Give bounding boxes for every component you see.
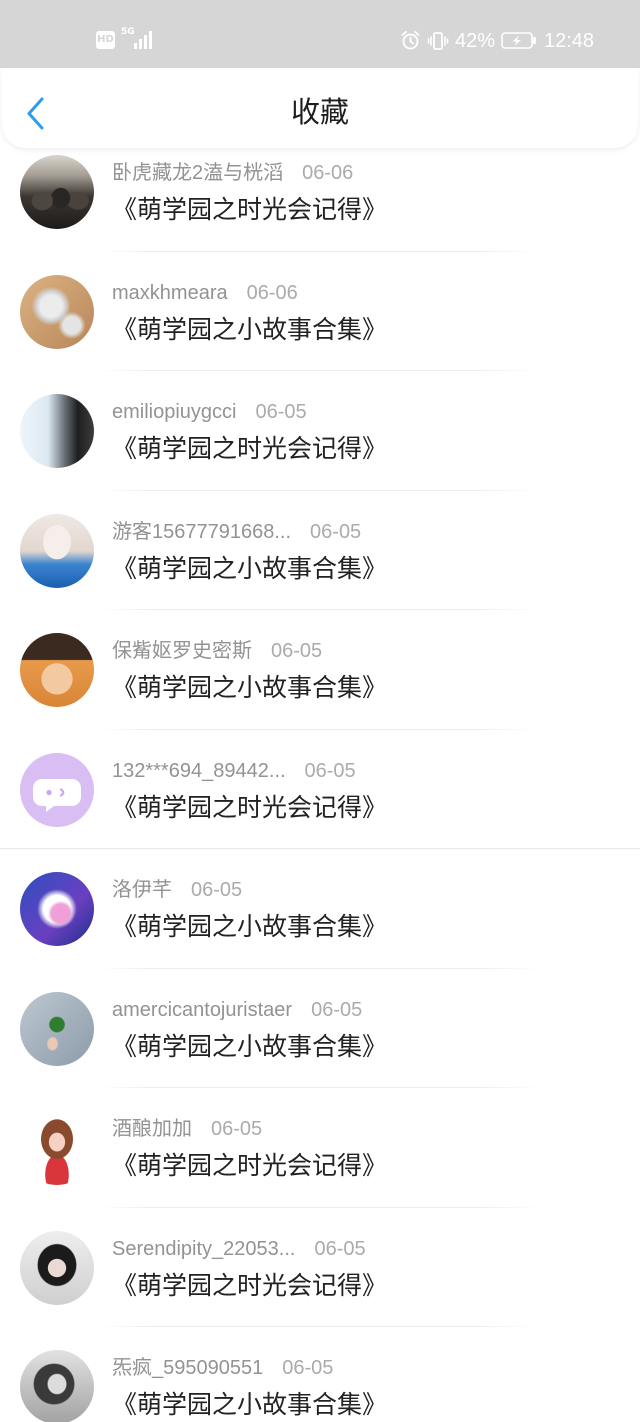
hd-badge: HD bbox=[96, 31, 115, 49]
user-name: 卧虎藏龙2溘与桄滔 bbox=[112, 162, 284, 184]
signal-icon bbox=[134, 31, 152, 49]
item-date: 06-05 bbox=[255, 401, 307, 423]
avatar[interactable] bbox=[20, 394, 94, 468]
list-item[interactable]: 132***694_89442... 06-05 《萌学园之时光会记得》 bbox=[0, 730, 640, 849]
item-date: 06-06 bbox=[302, 162, 354, 184]
item-title: 《萌学园之时光会记得》 bbox=[112, 1271, 388, 1300]
avatar[interactable] bbox=[20, 274, 94, 349]
user-name: 洛伊芊 bbox=[112, 879, 172, 901]
avatar[interactable] bbox=[20, 991, 94, 1066]
item-meta: emiliopiuygcci 06-05 bbox=[112, 399, 307, 425]
item-date: 06-05 bbox=[191, 879, 243, 901]
user-name: 132***694_89442... bbox=[112, 759, 286, 782]
item-meta: 游客15677791668... 06-05 bbox=[112, 519, 361, 545]
item-title: 《萌学园之小故事合集》 bbox=[112, 554, 388, 583]
item-meta: 132***694_89442... 06-05 bbox=[112, 758, 356, 784]
item-date: 06-05 bbox=[314, 1237, 366, 1260]
user-name: 游客15677791668... bbox=[112, 520, 292, 543]
avatar[interactable] bbox=[20, 1230, 94, 1305]
item-meta: 炁疯_595090551 06-05 bbox=[112, 1355, 333, 1381]
avatar[interactable] bbox=[20, 1111, 94, 1185]
list-item[interactable]: 炁疯_595090551 06-05 《萌学园之小故事合集》 bbox=[0, 1327, 640, 1422]
avatar[interactable] bbox=[20, 1350, 94, 1422]
item-date: 06-05 bbox=[304, 759, 356, 782]
user-name: amercicantojuristaer bbox=[112, 998, 293, 1021]
item-date: 06-05 bbox=[211, 1118, 263, 1140]
user-name: Serendipity_22053... bbox=[112, 1237, 296, 1260]
item-meta: Serendipity_22053... 06-05 bbox=[112, 1236, 366, 1262]
item-date: 06-05 bbox=[271, 640, 323, 662]
user-name: 炁疯_595090551 bbox=[112, 1357, 264, 1379]
item-date: 06-06 bbox=[246, 281, 298, 304]
screen: HD 5G 42% 12:48 收藏 卧虎藏龙2溘与桄滔 06-06 《萌学园之… bbox=[0, 0, 640, 1422]
item-meta: amercicantojuristaer 06-05 bbox=[112, 997, 362, 1023]
list-item[interactable]: 洛伊芊 06-05 《萌学园之小故事合集》 bbox=[0, 849, 640, 969]
status-bar: HD 5G 42% 12:48 bbox=[0, 0, 640, 68]
list-item[interactable]: 酒酿加加 06-05 《萌学园之时光会记得》 bbox=[0, 1088, 640, 1208]
user-name: 保觜妪罗史密斯 bbox=[112, 640, 252, 662]
user-name: emiliopiuygcci bbox=[112, 401, 237, 423]
list-item[interactable]: maxkhmeara 06-06 《萌学园之小故事合集》 bbox=[0, 252, 640, 371]
user-name: 酒酿加加 bbox=[112, 1118, 192, 1140]
item-meta: 卧虎藏龙2溘与桄滔 06-06 bbox=[112, 160, 353, 186]
item-meta: 保觜妪罗史密斯 06-05 bbox=[112, 638, 322, 664]
item-title: 《萌学园之小故事合集》 bbox=[112, 913, 388, 941]
list-item[interactable]: 保觜妪罗史密斯 06-05 《萌学园之小故事合集》 bbox=[0, 610, 640, 730]
avatar[interactable] bbox=[20, 155, 94, 229]
page-title: 收藏 bbox=[290, 97, 349, 129]
item-meta: 洛伊芊 06-05 bbox=[112, 877, 242, 903]
list-item[interactable]: emiliopiuygcci 06-05 《萌学园之时光会记得》 bbox=[0, 371, 640, 491]
item-date: 06-05 bbox=[311, 998, 363, 1021]
avatar[interactable] bbox=[20, 633, 94, 707]
list-item[interactable]: 游客15677791668... 06-05 《萌学园之小故事合集》 bbox=[0, 491, 640, 610]
item-date: 06-05 bbox=[282, 1357, 334, 1379]
list-item[interactable]: Serendipity_22053... 06-05 《萌学园之时光会记得》 bbox=[0, 1208, 640, 1327]
battery-percent: 42% bbox=[455, 30, 496, 52]
avatar[interactable] bbox=[20, 752, 94, 827]
item-title: 《萌学园之小故事合集》 bbox=[112, 1391, 388, 1419]
item-meta: 酒酿加加 06-05 bbox=[112, 1116, 262, 1142]
default-avatar-chat-icon bbox=[33, 778, 81, 812]
alarm-icon bbox=[401, 30, 420, 50]
item-title: 《萌学园之小故事合集》 bbox=[112, 1032, 388, 1061]
app-header: 收藏 bbox=[2, 68, 638, 148]
list-item[interactable]: 卧虎藏龙2溘与桄滔 06-06 《萌学园之时光会记得》 bbox=[0, 132, 640, 252]
item-title: 《萌学园之时光会记得》 bbox=[112, 435, 388, 463]
network-type-label: 5G bbox=[121, 27, 135, 37]
battery-charging-icon bbox=[501, 32, 536, 49]
item-title: 《萌学园之小故事合集》 bbox=[112, 674, 388, 702]
avatar[interactable] bbox=[20, 872, 94, 946]
item-date: 06-05 bbox=[310, 520, 362, 543]
item-title: 《萌学园之时光会记得》 bbox=[112, 1152, 388, 1180]
clock-time: 12:48 bbox=[544, 30, 595, 52]
favorites-list: 卧虎藏龙2溘与桄滔 06-06 《萌学园之时光会记得》 maxkhmeara 06-… bbox=[0, 132, 640, 1422]
item-title: 《萌学园之时光会记得》 bbox=[112, 196, 388, 224]
vibrate-icon bbox=[427, 32, 449, 50]
item-title: 《萌学园之小故事合集》 bbox=[112, 315, 388, 344]
list-item[interactable]: amercicantojuristaer 06-05 《萌学园之小故事合集》 bbox=[0, 969, 640, 1088]
item-meta: maxkhmeara 06-06 bbox=[112, 280, 298, 306]
avatar[interactable] bbox=[20, 513, 94, 588]
item-title: 《萌学园之时光会记得》 bbox=[112, 793, 388, 822]
user-name: maxkhmeara bbox=[112, 281, 228, 304]
